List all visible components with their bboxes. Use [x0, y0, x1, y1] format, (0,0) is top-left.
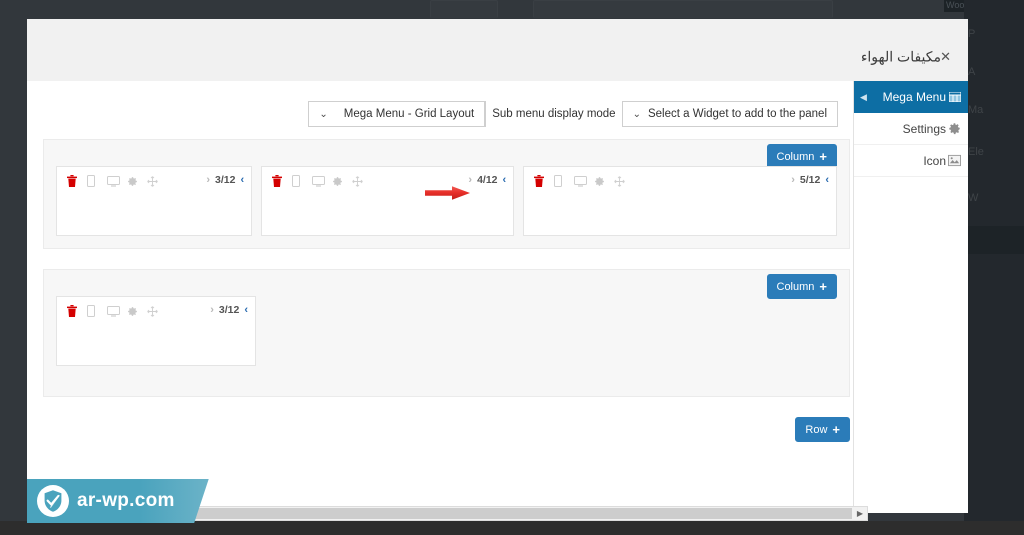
- decrease-width-icon[interactable]: ›: [206, 174, 210, 186]
- layout-select[interactable]: ⌄ Mega Menu - Grid Layout: [308, 101, 486, 127]
- image-icon: [948, 154, 962, 168]
- mobile-icon[interactable]: [87, 174, 98, 187]
- chevron-left-icon: ◀: [860, 91, 867, 102]
- gear-icon[interactable]: [127, 304, 138, 316]
- column-size-label: 5/12: [799, 174, 821, 186]
- desktop-icon[interactable]: [107, 174, 120, 187]
- increase-width-icon[interactable]: ‹: [240, 174, 244, 186]
- mobile-icon[interactable]: [554, 174, 565, 187]
- grid-layout-icon: [948, 90, 962, 104]
- gear-icon[interactable]: [127, 174, 138, 186]
- gear-icon[interactable]: [332, 174, 343, 186]
- sub-menu-display-mode-label: Sub menu display mode: [485, 101, 621, 127]
- tab-icon[interactable]: Icon: [854, 145, 968, 177]
- watermark-label: ar-wp.com: [77, 490, 175, 511]
- builder-row: Column +: [43, 269, 850, 397]
- wp-menu-item[interactable]: P: [964, 26, 1024, 42]
- mega-menu-builder-modal: مكيفات الهواء ✕ ◀ Mega Menu Settings Ico…: [27, 19, 968, 513]
- column-size-label: 3/12: [215, 174, 236, 186]
- column-size-control[interactable]: › 3/12 ‹: [210, 304, 248, 316]
- move-icon[interactable]: [614, 174, 625, 187]
- widget-select-value: Select a Widget to add to the panel: [647, 108, 827, 120]
- column-size-label: 4/12: [477, 174, 498, 186]
- decrease-width-icon[interactable]: ›: [791, 174, 795, 186]
- increase-width-icon[interactable]: ‹: [825, 174, 829, 186]
- increase-width-icon[interactable]: ‹: [244, 304, 248, 316]
- wp-menu-item-selected[interactable]: [964, 226, 1024, 254]
- tab-settings-label: Settings: [902, 121, 946, 136]
- builder-column[interactable]: › 3/12 ‹: [56, 166, 253, 236]
- plus-icon: +: [819, 149, 827, 164]
- add-column-button[interactable]: Column +: [766, 274, 837, 299]
- desktop-icon[interactable]: [574, 174, 588, 187]
- tab-mega-menu[interactable]: ◀ Mega Menu: [854, 81, 968, 113]
- tab-icon-label: Icon: [923, 153, 946, 168]
- add-row-area: Row +: [43, 417, 850, 443]
- plus-icon: +: [832, 422, 840, 437]
- add-row-label: Row: [805, 423, 828, 436]
- layout-select-value: Mega Menu - Grid Layout: [343, 108, 475, 120]
- trash-icon[interactable]: [534, 174, 545, 187]
- builder-controls: ⌄ Mega Menu - Grid Layout Sub menu displ…: [27, 99, 850, 129]
- mobile-icon[interactable]: [87, 304, 98, 317]
- add-column-label: Column: [776, 150, 815, 163]
- column-size-label: 3/12: [218, 304, 240, 316]
- clipped-toolbar-fragment-b: [533, 0, 833, 18]
- column-size-control[interactable]: › 4/12 ‹: [468, 174, 506, 186]
- desktop-icon[interactable]: [107, 304, 120, 317]
- mobile-icon[interactable]: [292, 174, 303, 187]
- wp-admin-menu[interactable]: P A Ma Ele W: [964, 0, 1024, 535]
- watermark: ar-wp.com: [27, 479, 209, 523]
- column-size-control[interactable]: › 5/12 ‹: [791, 174, 829, 186]
- column-toolbar: [524, 167, 836, 187]
- chevron-down-icon: ⌄: [632, 108, 641, 120]
- add-row-button[interactable]: Row +: [795, 417, 850, 442]
- page-title: مكيفات الهواء: [860, 48, 941, 65]
- builder-column[interactable]: › 5/12 ‹: [523, 166, 838, 236]
- tab-mega-menu-label: Mega Menu: [882, 90, 946, 104]
- red-arrow-right-annotation: [425, 185, 471, 201]
- builder-column[interactable]: › 3/12 ‹: [56, 296, 256, 366]
- checkmark-shield-icon: [37, 485, 69, 517]
- tool-panel: ◀ Mega Menu Settings Icon: [853, 81, 968, 513]
- trash-icon[interactable]: [67, 304, 78, 317]
- chevron-down-icon: ⌄: [319, 108, 328, 120]
- wp-menu-item[interactable]: W: [964, 190, 1024, 206]
- wp-menu-item[interactable]: Ma: [964, 102, 1024, 118]
- wp-menu-item[interactable]: Ele: [964, 144, 1024, 160]
- window-bottom-edge: [0, 521, 1024, 535]
- wp-menu-item[interactable]: A: [964, 64, 1024, 80]
- move-icon[interactable]: [352, 174, 363, 187]
- decrease-width-icon[interactable]: ›: [210, 304, 214, 316]
- close-icon[interactable]: ✕: [940, 49, 951, 65]
- modal-header: مكيفات الهواء ✕: [27, 19, 968, 81]
- scroll-right-icon[interactable]: ▶: [853, 509, 867, 518]
- move-icon[interactable]: [147, 304, 158, 317]
- trash-icon[interactable]: [67, 174, 78, 187]
- tab-settings[interactable]: Settings: [854, 113, 968, 145]
- move-icon[interactable]: [147, 174, 158, 187]
- add-column-label: Column: [776, 280, 815, 293]
- gear-icon[interactable]: [594, 174, 605, 186]
- modal-body: ◀ Mega Menu Settings Icon ⌄ Mega Menu - …: [27, 81, 968, 513]
- column-size-control[interactable]: › 3/12 ‹: [206, 174, 244, 186]
- desktop-icon[interactable]: [312, 174, 326, 187]
- gear-icon: [948, 122, 962, 136]
- trash-icon[interactable]: [272, 174, 283, 187]
- increase-width-icon[interactable]: ‹: [503, 174, 507, 186]
- builder-column[interactable]: › 4/12 ‹: [261, 166, 515, 236]
- clipped-toolbar-fragment-a: [430, 0, 498, 18]
- widget-select[interactable]: ⌄ Select a Widget to add to the panel: [621, 101, 838, 127]
- plus-icon: +: [819, 279, 827, 294]
